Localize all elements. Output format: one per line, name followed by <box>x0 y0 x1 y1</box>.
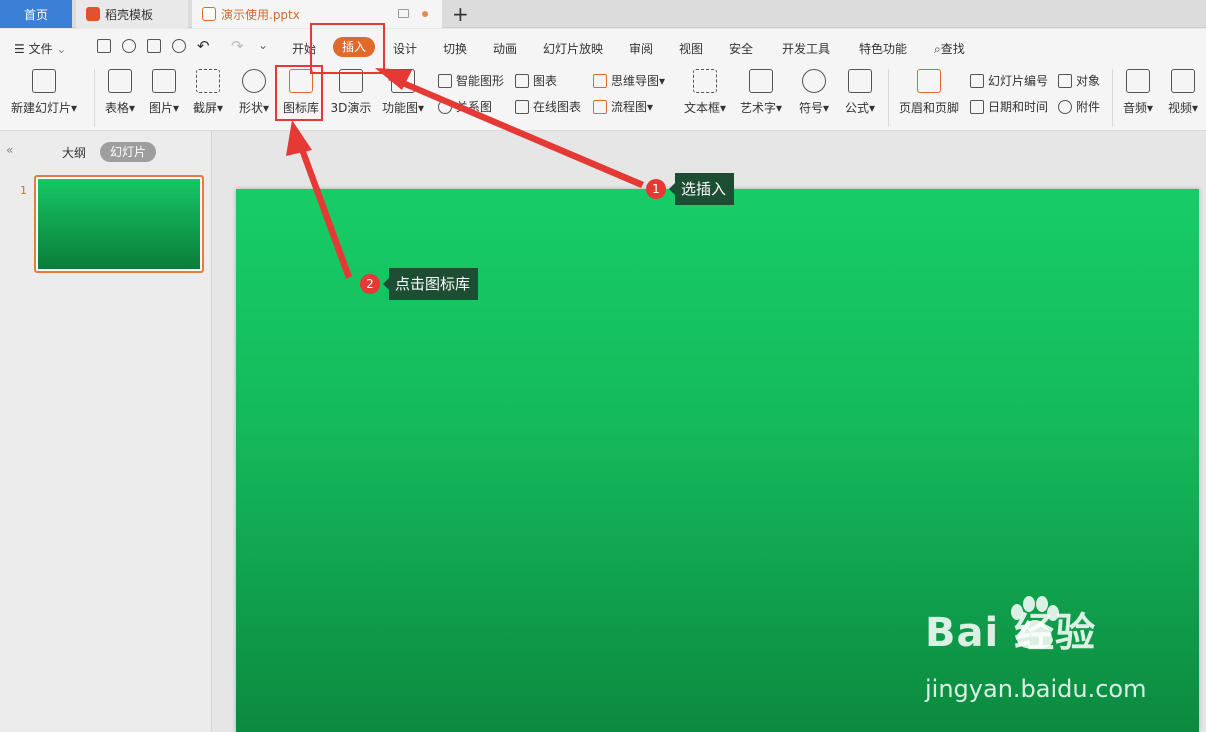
arrow-to-insert-shaft <box>388 75 644 188</box>
step-2-badge: 2 <box>360 274 380 294</box>
step-2-callout: 点击图标库 <box>382 268 479 300</box>
annotation-arrows <box>286 68 644 279</box>
arrow-to-icon-library-shaft <box>296 140 352 279</box>
step-1-badge: 1 <box>646 179 666 199</box>
step-1-callout: 选插入 <box>668 173 735 205</box>
arrow-to-icon-library-head <box>286 120 312 156</box>
